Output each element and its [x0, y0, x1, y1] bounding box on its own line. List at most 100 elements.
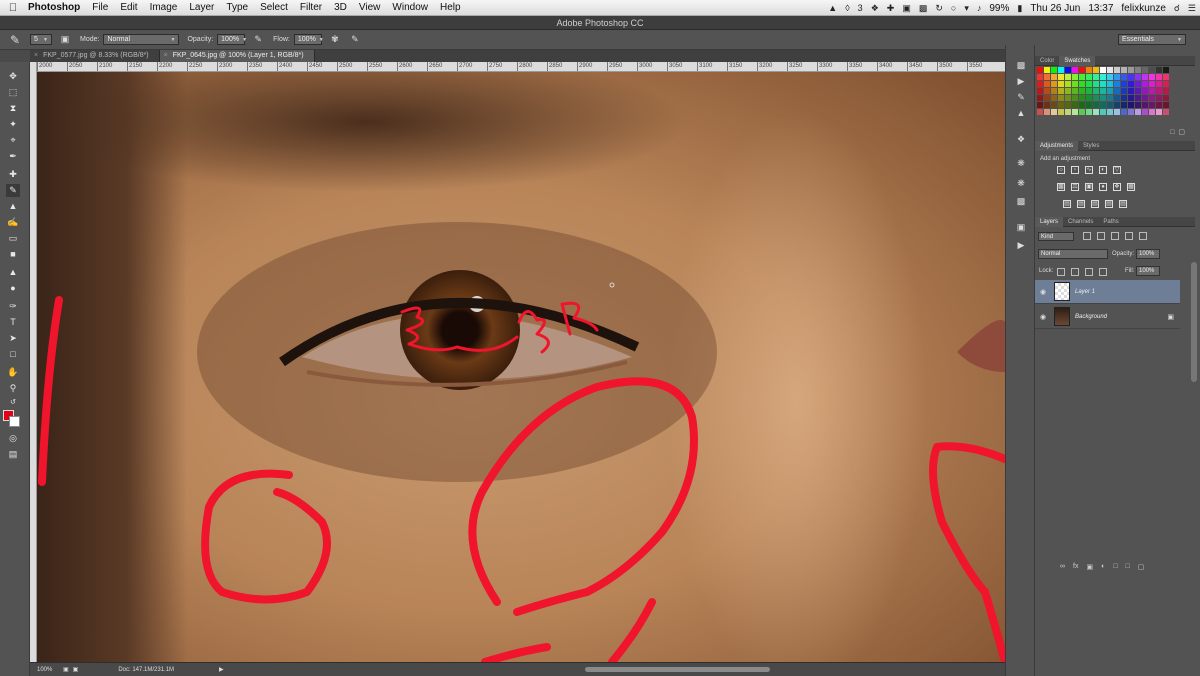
swatch[interactable] — [1114, 81, 1120, 87]
selective-color-icon[interactable]: ▤ — [1119, 200, 1127, 208]
zoom-icon[interactable]: ⚲ — [6, 382, 20, 395]
swatch[interactable] — [1142, 102, 1148, 108]
menu-image[interactable]: Image — [144, 2, 184, 13]
swatch[interactable] — [1121, 67, 1127, 73]
swatch[interactable] — [1044, 74, 1050, 80]
menu-edit[interactable]: Edit — [114, 2, 143, 13]
camera-icon[interactable]: ▣ — [902, 3, 911, 14]
menu-layer[interactable]: Layer — [183, 2, 220, 13]
swatch[interactable] — [1044, 67, 1050, 73]
swatch[interactable] — [1121, 95, 1127, 101]
date[interactable]: Thu 26 Jun — [1030, 3, 1080, 14]
swatch[interactable] — [1079, 109, 1085, 115]
bw-icon[interactable]: ▣ — [1085, 183, 1093, 191]
swatch[interactable] — [1058, 102, 1064, 108]
curves-icon[interactable]: ∿ — [1085, 166, 1093, 174]
swatch[interactable] — [1100, 81, 1106, 87]
swatch[interactable] — [1058, 88, 1064, 94]
swatch[interactable] — [1072, 67, 1078, 73]
swatch[interactable] — [1037, 67, 1043, 73]
swatch[interactable] — [1121, 74, 1127, 80]
actions-icon[interactable]: ▶ — [1014, 75, 1028, 88]
swatch[interactable] — [1163, 102, 1169, 108]
pressure-size-icon[interactable]: ✎ — [348, 34, 362, 46]
delete-icon[interactable]: ▢ — [1178, 129, 1185, 136]
menu-view[interactable]: View — [353, 2, 387, 13]
swatch[interactable] — [1051, 67, 1057, 73]
menu-help[interactable]: Help — [434, 2, 467, 13]
gradient-map-icon[interactable]: ▤ — [1105, 200, 1113, 208]
trash-icon[interactable]: ▢ — [1138, 563, 1145, 571]
channel-mixer-icon[interactable]: ❖ — [1113, 183, 1121, 191]
swatch[interactable] — [1072, 109, 1078, 115]
menu-filter[interactable]: Filter — [294, 2, 328, 13]
hue-sat-icon[interactable]: ▩ — [1057, 183, 1065, 191]
swatch[interactable] — [1163, 74, 1169, 80]
tab-paths[interactable]: Paths — [1098, 217, 1123, 227]
pen-icon[interactable]: ✑ — [6, 300, 20, 313]
swatch[interactable] — [1135, 74, 1141, 80]
swatch[interactable] — [1107, 67, 1113, 73]
swatch[interactable] — [1093, 109, 1099, 115]
swatch[interactable] — [1107, 95, 1113, 101]
swatch[interactable] — [1149, 88, 1155, 94]
swatch[interactable] — [1065, 81, 1071, 87]
swatch[interactable] — [1149, 102, 1155, 108]
layer-row-layer-1[interactable]: ◉ Layer 1 — [1035, 280, 1180, 304]
quick-mask-icon[interactable]: ◎ — [6, 432, 20, 445]
swatch[interactable] — [1128, 81, 1134, 87]
swatch[interactable] — [1079, 102, 1085, 108]
swatch[interactable] — [1128, 67, 1134, 73]
filter-shape-icon[interactable] — [1125, 232, 1133, 240]
swatch[interactable] — [1093, 74, 1099, 80]
swatch[interactable] — [1156, 67, 1162, 73]
swatch[interactable] — [1044, 95, 1050, 101]
swatch[interactable] — [1114, 88, 1120, 94]
swatch[interactable] — [1044, 88, 1050, 94]
swatch[interactable] — [1114, 102, 1120, 108]
swatch[interactable] — [1093, 88, 1099, 94]
brightness-icon[interactable]: ☼ — [1057, 166, 1065, 174]
swatches-grid[interactable] — [1037, 67, 1177, 127]
swatch[interactable] — [1093, 81, 1099, 87]
swatch[interactable] — [1135, 109, 1141, 115]
swatch[interactable] — [1156, 102, 1162, 108]
new-layer-icon[interactable]: □ — [1126, 563, 1130, 571]
brush-icon[interactable]: ✎ — [6, 184, 20, 197]
swatch[interactable] — [1079, 88, 1085, 94]
vibrance-icon[interactable]: ▽ — [1113, 166, 1121, 174]
fill-field[interactable]: 100% — [1136, 266, 1160, 276]
swatch[interactable] — [1114, 74, 1120, 80]
threshold-icon[interactable]: ▤ — [1091, 200, 1099, 208]
swatch[interactable] — [1163, 95, 1169, 101]
hand-icon[interactable]: ✋ — [6, 366, 20, 379]
swatch[interactable] — [1156, 95, 1162, 101]
swatch[interactable] — [1065, 88, 1071, 94]
swatch[interactable] — [1100, 74, 1106, 80]
battery-icon[interactable]: ▮ — [1017, 3, 1022, 14]
swatch[interactable] — [1142, 74, 1148, 80]
history-brush-icon[interactable]: ✍ — [6, 216, 20, 229]
tab-channels[interactable]: Channels — [1063, 217, 1098, 227]
swatch[interactable] — [1100, 67, 1106, 73]
swatch[interactable] — [1058, 67, 1064, 73]
swatch[interactable] — [1065, 95, 1071, 101]
swatch[interactable] — [1037, 95, 1043, 101]
swatch[interactable] — [1142, 67, 1148, 73]
swatch[interactable] — [1044, 81, 1050, 87]
folder-icon[interactable]: □ — [1113, 563, 1117, 571]
swatch[interactable] — [1072, 95, 1078, 101]
new-swatch-icon[interactable]: □ — [1170, 129, 1174, 136]
link-icon[interactable]: ∞ — [1060, 563, 1065, 571]
swatch[interactable] — [1135, 88, 1141, 94]
tab-swatches[interactable]: Swatches — [1059, 55, 1096, 66]
swatch[interactable] — [1135, 81, 1141, 87]
clock[interactable]: 13:37 — [1088, 3, 1113, 14]
swatch[interactable] — [1135, 95, 1141, 101]
swatch[interactable] — [1163, 67, 1169, 73]
dodge-icon[interactable]: ● — [6, 282, 20, 295]
tab-color[interactable]: Color — [1035, 56, 1059, 66]
swatch[interactable] — [1128, 109, 1134, 115]
color-lookup-icon[interactable]: ▦ — [1127, 183, 1135, 191]
swatch[interactable] — [1156, 88, 1162, 94]
